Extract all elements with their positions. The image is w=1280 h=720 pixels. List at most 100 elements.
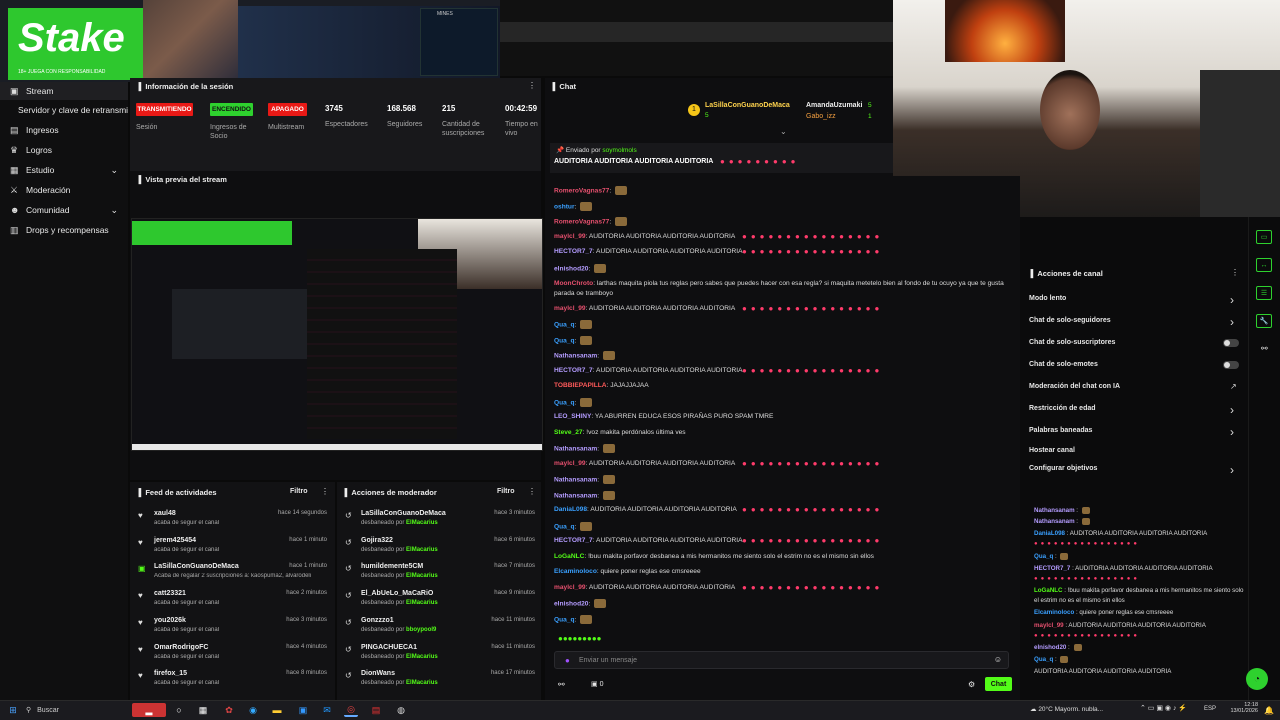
channel-action-chat-de-solo-suscriptores[interactable]: Chat de solo-suscriptores xyxy=(1029,339,1115,346)
mod-name[interactable]: ElMacarius xyxy=(406,600,438,606)
mail-icon[interactable]: ✉ xyxy=(320,703,334,717)
chat-username[interactable]: elnishod20 xyxy=(1034,644,1066,651)
chat-username[interactable]: LEO_SHINY xyxy=(554,413,591,420)
app-icon[interactable]: ▤ xyxy=(369,703,383,717)
channel-action-restricci-n-de-edad[interactable]: Restricción de edad xyxy=(1029,405,1096,412)
chat-username[interactable]: HECTOR7_7 xyxy=(554,248,593,255)
chat-username[interactable]: Nathansanam xyxy=(554,476,597,483)
chat-username[interactable]: Qua_q xyxy=(1034,656,1053,663)
chat-username[interactable]: Qua_q xyxy=(554,337,575,344)
chrome-icon[interactable]: ◎ xyxy=(344,703,358,717)
chat-username[interactable]: Nathansanam xyxy=(1034,518,1075,525)
external-link-icon[interactable]: ↗ xyxy=(1230,382,1237,391)
activity-filter-button[interactable]: Filtro xyxy=(290,488,308,495)
channel-action-chat-de-solo-seguidores[interactable]: Chat de solo-seguidores xyxy=(1029,317,1111,324)
gear-icon[interactable]: ⚙ xyxy=(968,680,975,689)
chat-username[interactable]: oshtur xyxy=(554,203,575,210)
mod-name[interactable]: ElMacarius xyxy=(406,547,438,553)
help-button-icon[interactable]: ◔ xyxy=(1246,668,1268,690)
mod-action-username[interactable]: humildemente5CM xyxy=(361,563,423,570)
chat-username[interactable]: LoGaNLC xyxy=(1034,587,1063,594)
chat-username[interactable]: HECTOR7_7 xyxy=(554,537,593,544)
clock[interactable]: 12:18 13/01/2026 xyxy=(1226,702,1258,714)
stream-preview-video[interactable] xyxy=(131,218,543,451)
activity-username[interactable]: LaSillaConGuanoDeMaca xyxy=(154,563,239,570)
chevron-right-icon[interactable]: › xyxy=(1230,403,1234,417)
activity-username[interactable]: jerem425454 xyxy=(154,537,196,544)
chat-username[interactable]: Nathansanam xyxy=(554,352,597,359)
activity-username[interactable]: OmarRodrigoFC xyxy=(154,644,208,651)
top-gifter-name[interactable]: LaSillaConGuanoDeMaca xyxy=(705,102,790,109)
chat-username[interactable]: maylcl_99 xyxy=(554,460,586,467)
activity-username[interactable]: catt23321 xyxy=(154,590,186,597)
chat-username[interactable]: elnishod20 xyxy=(554,600,588,607)
chat-username[interactable]: HECTOR7_7 xyxy=(1034,565,1070,572)
layout-icon[interactable]: ☰ xyxy=(1256,286,1272,300)
toggle-switch[interactable] xyxy=(1223,339,1239,347)
more-icon[interactable]: ⋮ xyxy=(528,81,536,90)
input-language[interactable]: ESP xyxy=(1204,706,1216,712)
sidebar-item-stream[interactable]: ▣ Stream xyxy=(0,82,128,100)
chevron-right-icon[interactable]: › xyxy=(1230,293,1234,307)
emote-bar[interactable]: ●●●●●●●●● xyxy=(554,634,1014,648)
chat-username[interactable]: RomeroVagnas77 xyxy=(554,218,609,225)
chevron-right-icon[interactable]: › xyxy=(1230,425,1234,439)
channel-action-hostear-canal[interactable]: Hostear canal xyxy=(1029,447,1075,454)
settings-link-icon[interactable]: ⚯ xyxy=(558,680,565,689)
chat-username[interactable]: Qua_q xyxy=(1034,553,1053,560)
obs-icon[interactable]: ◍ xyxy=(394,703,408,717)
mod-action-username[interactable]: LaSillaConGuanoDeMaca xyxy=(361,510,446,517)
chat-username[interactable]: Nathansanam xyxy=(1034,507,1075,514)
chat-username[interactable]: maylcl_99 xyxy=(554,584,586,591)
sidebar-item-comunidad[interactable]: ☻ Comunidad ⌄ xyxy=(0,201,128,219)
chat-username[interactable]: Elcaminoloco xyxy=(1034,609,1074,616)
chat-username[interactable]: LoGaNLC xyxy=(554,553,584,560)
chat-username[interactable]: MoonChroto xyxy=(554,280,593,287)
chat-username[interactable]: Qua_q xyxy=(554,399,575,406)
chat-username[interactable]: elnishod20 xyxy=(554,265,588,272)
link-icon[interactable]: ⚯ xyxy=(1261,344,1268,353)
chat-username[interactable]: RomeroVagnas77 xyxy=(554,187,609,194)
sidebar-item-drops[interactable]: ▥ Drops y recompensas xyxy=(0,221,128,239)
channel-action-moderaci-n-del-chat-con-ia[interactable]: Moderación del chat con IA xyxy=(1029,383,1120,390)
mod-name[interactable]: ElMacarius xyxy=(406,573,438,579)
top-user-3-name[interactable]: Gabo_izz xyxy=(806,113,836,120)
channel-action-modo-lento[interactable]: Modo lento xyxy=(1029,295,1066,302)
toggle-switch[interactable] xyxy=(1223,361,1239,369)
more-icon[interactable]: ⋮ xyxy=(528,487,536,496)
mod-action-username[interactable]: Gonzzzo1 xyxy=(361,617,394,624)
sidebar-item-server-key[interactable]: Servidor y clave de retransmisión xyxy=(0,101,128,119)
chat-username[interactable]: Qua_q xyxy=(554,616,575,623)
chat-input[interactable]: ● Enviar un mensaje ☺ xyxy=(554,651,1009,669)
windows-start-icon[interactable]: ⊞ xyxy=(6,703,20,717)
channel-action-chat-de-solo-emotes[interactable]: Chat de solo-emotes xyxy=(1029,361,1098,368)
activity-username[interactable]: xaul48 xyxy=(154,510,176,517)
mod-name[interactable]: ElMacarius xyxy=(406,654,438,660)
mod-name[interactable]: bboypool9 xyxy=(406,627,436,633)
chat-username[interactable]: HECTOR7_7 xyxy=(554,367,593,374)
chat-username[interactable]: maylcl_99 xyxy=(554,305,586,312)
chat-username[interactable]: maylcl_99 xyxy=(1034,622,1064,629)
chat-username[interactable]: DaniaL098 xyxy=(1034,530,1065,537)
chat-username[interactable]: Steve_27 xyxy=(554,429,583,436)
taskbar-sneaker-icon[interactable]: ▂ xyxy=(132,703,166,717)
sidebar-item-estudio[interactable]: ▦ Estudio ⌄ xyxy=(0,161,128,179)
weather[interactable]: ☁ 20°C Mayorm. nubla... xyxy=(1030,705,1103,713)
send-chat-button[interactable]: Chat xyxy=(985,677,1012,691)
channel-action-configurar-objetivos[interactable]: Configurar objetivos xyxy=(1029,465,1097,472)
expand-icon[interactable]: ↔ xyxy=(1256,258,1272,272)
copilot-icon[interactable]: ✿ xyxy=(222,703,236,717)
chevron-right-icon[interactable]: › xyxy=(1230,315,1234,329)
mod-name[interactable]: ElMacarius xyxy=(406,680,438,686)
collapse-arrow-icon[interactable]: ⌄ xyxy=(780,127,787,136)
activity-username[interactable]: you2026k xyxy=(154,617,186,624)
chat-username[interactable]: maylcl_99 xyxy=(554,233,586,240)
chat-username[interactable]: Nathansanam xyxy=(554,445,597,452)
sidebar-item-logros[interactable]: ♛ Logros xyxy=(0,141,128,159)
channel-action-palabras-baneadas[interactable]: Palabras baneadas xyxy=(1029,427,1092,434)
widgets-icon[interactable]: ▦ xyxy=(196,703,210,717)
more-icon[interactable]: ⋮ xyxy=(1231,268,1239,277)
chat-username[interactable]: TOBBIEPAPILLA xyxy=(554,382,607,389)
chat-username[interactable]: Elcaminoloco xyxy=(554,568,597,575)
sidebar-item-moderacion[interactable]: ⚔ Moderación xyxy=(0,181,128,199)
